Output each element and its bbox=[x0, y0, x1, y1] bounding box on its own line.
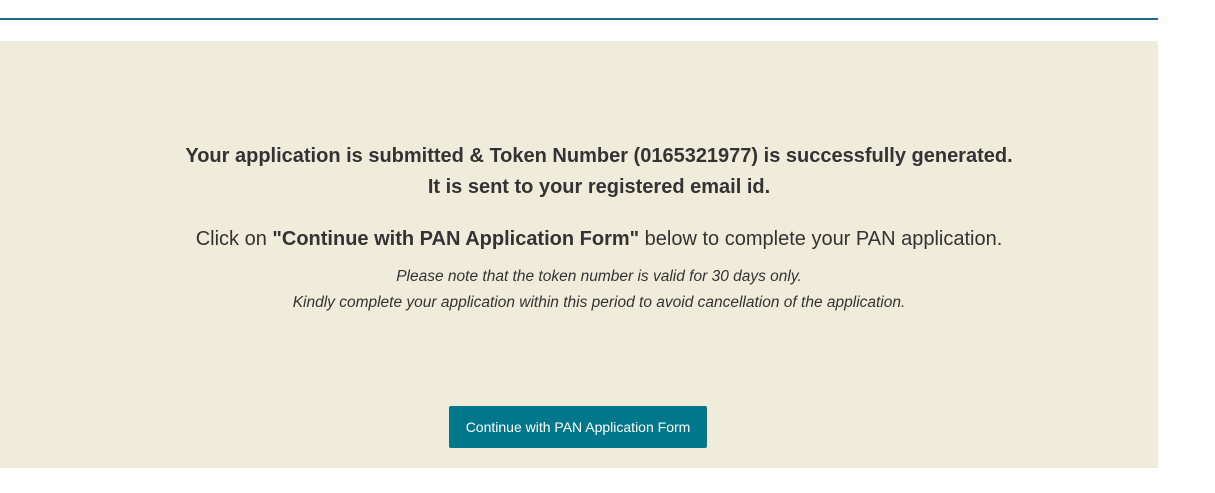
continue-pan-application-button[interactable]: Continue with PAN Application Form bbox=[449, 406, 707, 448]
email-sent-message: It is sent to your registered email id. bbox=[427, 176, 771, 198]
token-validity-note: Please note that the token number is val… bbox=[396, 268, 802, 285]
instruction-emphasis: "Continue with PAN Application Form" bbox=[272, 228, 640, 250]
instruction-prefix: Click on bbox=[195, 228, 273, 250]
token-confirmation-message: Your application is submitted & Token Nu… bbox=[185, 145, 1013, 167]
confirmation-panel: Your application is submitted & Token Nu… bbox=[0, 41, 1158, 468]
header-divider bbox=[0, 18, 1158, 20]
instruction-suffix: below to complete your PAN application. bbox=[639, 228, 1003, 250]
continue-instruction: Click on "Continue with PAN Application … bbox=[0, 228, 1158, 251]
completion-deadline-note: Kindly complete your application within … bbox=[292, 294, 906, 311]
